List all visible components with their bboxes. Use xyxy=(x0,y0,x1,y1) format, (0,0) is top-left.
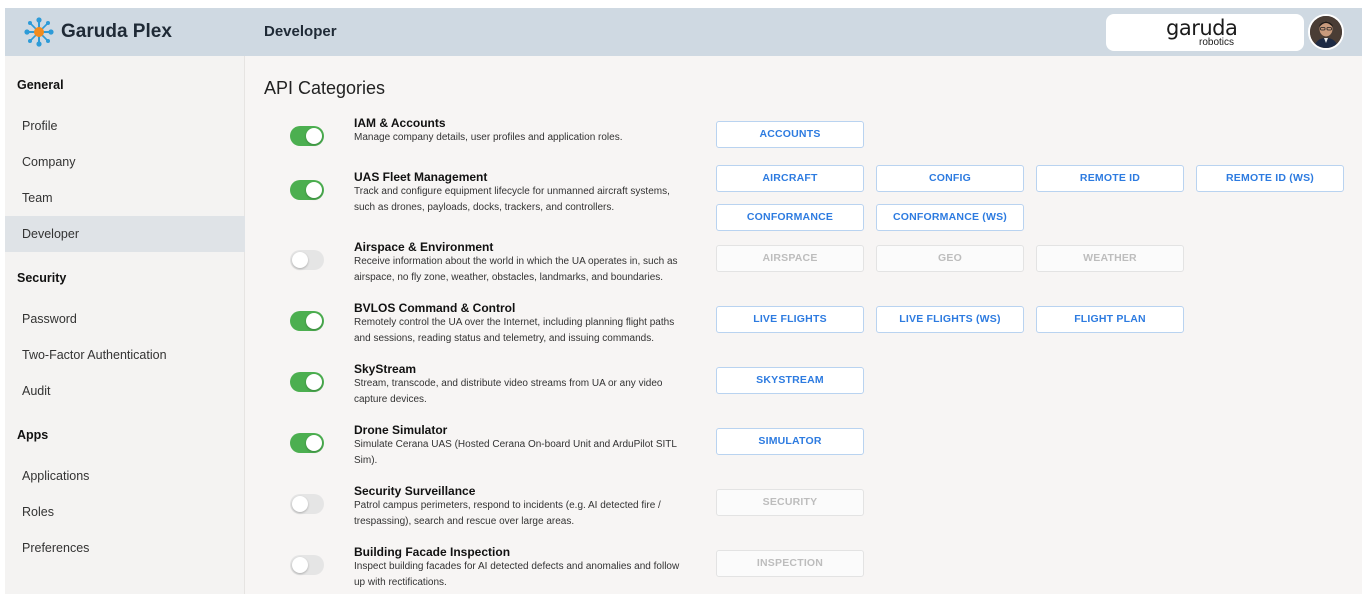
garuda-plex-logo-icon xyxy=(24,17,54,47)
category-description: Inspect building facades for AI detected… xyxy=(354,559,716,591)
api-button-config[interactable]: CONFIG xyxy=(876,165,1024,192)
category-title: Airspace & Environment xyxy=(354,240,494,254)
category-title: IAM & Accounts xyxy=(354,116,446,130)
category-toggle[interactable] xyxy=(290,180,324,200)
toggle-knob xyxy=(306,313,322,329)
sidebar-item-developer[interactable]: Developer xyxy=(5,216,245,252)
category-description-line: Manage company details, user profiles an… xyxy=(354,132,623,143)
api-categories-title: API Categories xyxy=(264,78,386,98)
sidebar-item-roles[interactable]: Roles xyxy=(5,494,245,530)
category-toggle[interactable] xyxy=(290,433,324,453)
user-avatar-icon xyxy=(1310,16,1342,48)
garuda-robotics-logo: garuda robotics xyxy=(1166,17,1238,48)
api-button-flight-plan[interactable]: FLIGHT PLAN xyxy=(1036,306,1184,333)
category-description-line: Inspect building facades for AI detected… xyxy=(354,561,680,572)
sidebar-item-applications[interactable]: Applications xyxy=(5,458,245,494)
toggle-knob xyxy=(292,557,308,573)
sidebar-item-company[interactable]: Company xyxy=(5,144,245,180)
category-description-line: Stream, transcode, and distribute video … xyxy=(354,378,663,389)
category-description-line: airspace, no fly zone, weather, obstacle… xyxy=(354,272,664,283)
company-logo-subtext: robotics xyxy=(1199,37,1235,48)
category-title: SkyStream xyxy=(354,362,417,376)
toggle-knob xyxy=(306,374,322,390)
sidebar-group-security: Security xyxy=(17,271,67,285)
sidebar-group-general: General xyxy=(17,78,64,92)
category-toggle[interactable] xyxy=(290,555,324,575)
api-button-weather[interactable]: WEATHER xyxy=(1036,245,1184,272)
api-button-simulator[interactable]: SIMULATOR xyxy=(716,428,864,455)
category-description: Remotely control the UA over the Interne… xyxy=(354,315,716,347)
category-toggle[interactable] xyxy=(290,126,324,146)
category-toggle[interactable] xyxy=(290,372,324,392)
page-title: Developer xyxy=(264,23,337,40)
toggle-knob xyxy=(306,435,322,451)
category-description-line: Remotely control the UA over the Interne… xyxy=(354,317,675,328)
category-description-line: Patrol campus perimeters, respond to inc… xyxy=(354,500,661,511)
brand[interactable]: Garuda Plex xyxy=(23,17,172,47)
api-button-accounts[interactable]: ACCOUNTS xyxy=(716,121,864,148)
toggle-knob xyxy=(292,252,308,268)
sidebar-item-profile[interactable]: Profile xyxy=(5,108,245,144)
category-toggle[interactable] xyxy=(290,494,324,514)
api-button-geo[interactable]: GEO xyxy=(876,245,1024,272)
category-description: Track and configure equipment lifecycle … xyxy=(354,184,716,216)
api-button-skystream[interactable]: SKYSTREAM xyxy=(716,367,864,394)
sidebar-group-apps: Apps xyxy=(17,428,49,442)
top-bar: Garuda Plex Developer garuda robotics xyxy=(5,8,1362,56)
api-button-conformance-ws[interactable]: CONFORMANCE (WS) xyxy=(876,204,1024,231)
category-description-line: Track and configure equipment lifecycle … xyxy=(354,186,670,197)
category-description-line: Simulate Cerana UAS (Hosted Cerana On-bo… xyxy=(354,439,677,450)
category-description-line: Receive information about the world in w… xyxy=(354,256,678,267)
category-description: Stream, transcode, and distribute video … xyxy=(354,376,716,408)
api-button-aircraft[interactable]: AIRCRAFT xyxy=(716,165,864,192)
category-description-line: Sim). xyxy=(354,455,378,466)
toggle-knob xyxy=(292,496,308,512)
toggle-knob xyxy=(306,128,322,144)
brand-name: Garuda Plex xyxy=(61,21,172,42)
category-description-line: and sessions, reading status and telemet… xyxy=(354,333,654,344)
category-title: Security Surveillance xyxy=(354,484,476,498)
api-button-conformance[interactable]: CONFORMANCE xyxy=(716,204,864,231)
category-description-line: such as drones, payloads, docks, tracker… xyxy=(354,202,615,213)
api-button-airspace[interactable]: AIRSPACE xyxy=(716,245,864,272)
user-avatar[interactable] xyxy=(1308,14,1344,50)
category-description: Manage company details, user profiles an… xyxy=(354,130,716,146)
sidebar-item-preferences[interactable]: Preferences xyxy=(5,530,245,566)
category-description: Receive information about the world in w… xyxy=(354,254,716,286)
category-title: Building Facade Inspection xyxy=(354,545,511,559)
category-description: Patrol campus perimeters, respond to inc… xyxy=(354,498,716,530)
category-title: Drone Simulator xyxy=(354,423,448,437)
category-description-line: capture devices. xyxy=(354,394,427,405)
sidebar-item-password[interactable]: Password xyxy=(5,301,245,337)
category-title: BVLOS Command & Control xyxy=(354,301,516,315)
toggle-knob xyxy=(306,182,322,198)
category-title: UAS Fleet Management xyxy=(354,170,488,184)
sidebar-item-team[interactable]: Team xyxy=(5,180,245,216)
api-button-security[interactable]: SECURITY xyxy=(716,489,864,516)
sidebar-item-audit[interactable]: Audit xyxy=(5,373,245,409)
category-description-line: trespassing), search and rescue over lar… xyxy=(354,516,575,527)
api-button-live-flights[interactable]: LIVE FLIGHTS xyxy=(716,306,864,333)
api-button-remote-id-ws[interactable]: REMOTE ID (WS) xyxy=(1196,165,1344,192)
sidebar: General Profile Company Team Developer S… xyxy=(5,56,245,594)
api-button-inspection[interactable]: INSPECTION xyxy=(716,550,864,577)
category-description: Simulate Cerana UAS (Hosted Cerana On-bo… xyxy=(354,437,716,469)
app-frame: Garuda Plex Developer garuda robotics Ge… xyxy=(5,8,1362,594)
company-logo-card[interactable]: garuda robotics xyxy=(1106,14,1304,51)
category-description-line: up with rectifications. xyxy=(354,577,447,588)
sidebar-item-two-factor-authentication[interactable]: Two-Factor Authentication xyxy=(5,337,245,373)
api-button-remote-id[interactable]: REMOTE ID xyxy=(1036,165,1184,192)
category-toggle[interactable] xyxy=(290,311,324,331)
api-button-live-flights-ws[interactable]: LIVE FLIGHTS (WS) xyxy=(876,306,1024,333)
category-toggle[interactable] xyxy=(290,250,324,270)
